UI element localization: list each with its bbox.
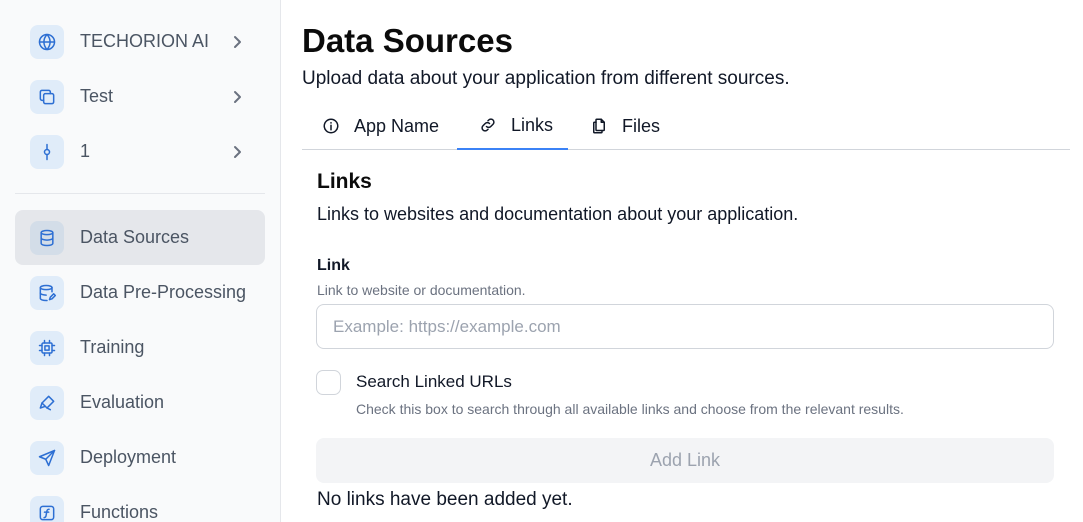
files-icon (593, 118, 605, 134)
sidebar-item-version[interactable]: 1 (15, 124, 265, 179)
sidebar-item-label: TECHORION AI (80, 31, 210, 51)
sidebar-item-label: 1 (80, 141, 91, 161)
sidebar-item-label: Test (80, 86, 114, 106)
page-title: Data Sources (302, 22, 513, 59)
info-icon (323, 118, 339, 134)
database-edit-icon (30, 276, 64, 310)
sidebar-item-training[interactable]: Training (15, 320, 265, 375)
sidebar-item-label: Deployment (80, 447, 177, 467)
tab-label: App Name (354, 115, 440, 136)
sidebar-item-label: Data Pre-Processing (80, 282, 247, 302)
tab-links[interactable]: Links (457, 102, 568, 150)
send-icon (30, 441, 64, 475)
empty-state-message: No links have been added yet. (317, 489, 573, 510)
tab-bar: App Name Links Files (302, 102, 1070, 150)
search-linked-urls-label[interactable]: Search Linked URLs (356, 372, 512, 392)
copy-icon (30, 80, 64, 114)
search-linked-urls-help: Check this box to search through all ava… (356, 401, 904, 417)
section-description: Links to websites and documentation abou… (317, 204, 799, 224)
chevron-right-icon (229, 34, 245, 50)
link-field-label: Link (317, 257, 350, 274)
section-title: Links (317, 170, 372, 193)
commit-icon (30, 135, 64, 169)
sidebar-item-deployment[interactable]: Deployment (15, 430, 265, 485)
sidebar-divider (15, 193, 265, 194)
sidebar-item-label: Data Sources (80, 227, 190, 247)
sidebar-item-organization[interactable]: TECHORION AI (15, 14, 265, 69)
brush-icon (30, 386, 64, 420)
sidebar-item-functions[interactable]: Functions (15, 485, 265, 522)
link-icon (481, 118, 495, 132)
sidebar: TECHORION AI Test 1 Data Sources Data Pr… (0, 0, 281, 522)
globe-icon (30, 25, 64, 59)
tab-app-name[interactable]: App Name (322, 102, 439, 150)
page-subtitle: Upload data about your application from … (302, 68, 790, 89)
sidebar-item-label: Evaluation (80, 392, 165, 412)
chevron-right-icon (229, 144, 245, 160)
database-icon (30, 221, 64, 255)
sidebar-item-data-pre-processing[interactable]: Data Pre-Processing (15, 265, 265, 320)
sidebar-item-data-sources[interactable]: Data Sources (15, 210, 265, 265)
tab-files[interactable]: Files (590, 102, 660, 150)
tab-label: Files (622, 115, 661, 136)
search-linked-urls-checkbox[interactable] (316, 370, 341, 395)
sidebar-item-evaluation[interactable]: Evaluation (15, 375, 265, 430)
sidebar-item-project[interactable]: Test (15, 69, 265, 124)
chevron-right-icon (229, 89, 245, 105)
link-field-help: Link to website or documentation. (317, 282, 526, 298)
chip-icon (30, 331, 64, 365)
function-icon (30, 496, 64, 522)
add-link-button[interactable]: Add Link (316, 438, 1054, 483)
sidebar-item-label: Functions (80, 502, 159, 522)
sidebar-item-label: Training (80, 337, 145, 357)
link-input[interactable] (316, 304, 1054, 349)
tab-label: Links (511, 114, 554, 135)
